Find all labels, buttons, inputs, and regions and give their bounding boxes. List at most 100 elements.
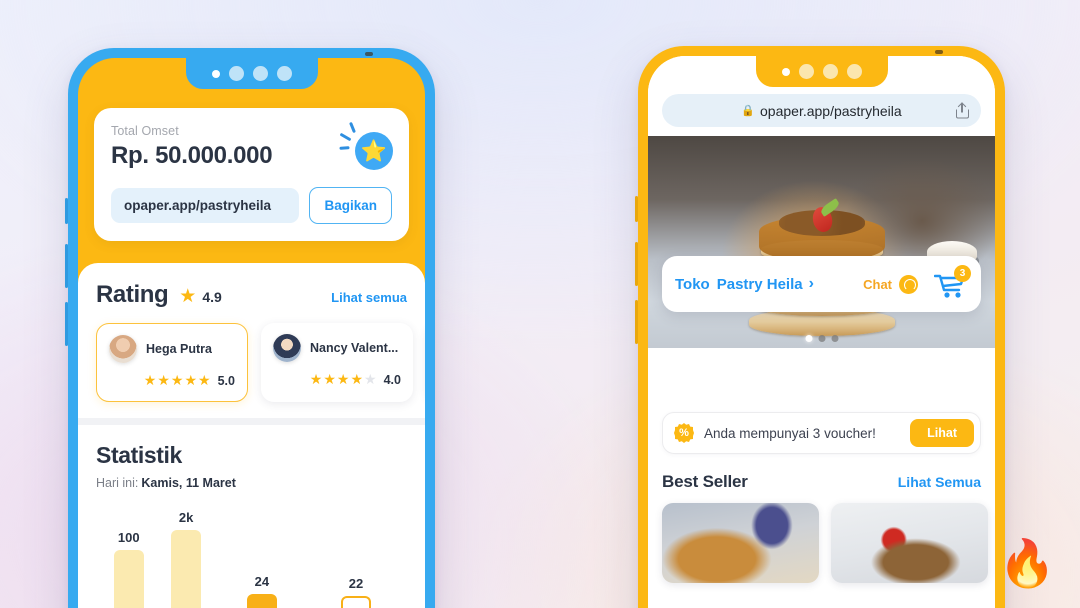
- phone-notch: [755, 56, 888, 87]
- total-omset-card: Total Omset Rp. 50.000.000 ⭐ opaper.app/…: [94, 108, 409, 241]
- shopping-cart-button[interactable]: 3: [934, 265, 971, 299]
- fire-emoji-decor: 🔥: [998, 537, 1056, 589]
- review-stars: ★ ★ ★ ★ ★ 4.0: [273, 371, 401, 388]
- review-stars: ★ ★ ★ ★ ★ 5.0: [109, 372, 235, 389]
- phone-volume-up-button[interactable]: [65, 244, 68, 288]
- star-icon: ★: [143, 372, 157, 388]
- chevron-right-icon[interactable]: ›: [809, 275, 814, 293]
- notch-dot-icon: [798, 64, 814, 79]
- right-phone-screen: 🔒 opaper.app/pastryheila Toko Pastry Hei…: [648, 56, 995, 608]
- reviewer-name: Hega Putra: [146, 342, 212, 356]
- phone-volume-down-button[interactable]: [635, 300, 638, 344]
- star-icon: ★: [157, 372, 170, 388]
- store-toko-label: Toko: [675, 275, 710, 293]
- carousel-dot[interactable]: [831, 335, 838, 342]
- bar-column: 100: [100, 506, 157, 608]
- right-phone-mockup: 🔒 opaper.app/pastryheila Toko Pastry Hei…: [635, 46, 1005, 608]
- mascot-circle: ⭐: [355, 132, 393, 170]
- rating-title: Rating: [96, 281, 169, 308]
- phone-camera-dot: [365, 52, 373, 56]
- bar-value-label: 100: [117, 530, 140, 545]
- star-icon: ★: [184, 372, 198, 388]
- review-card[interactable]: Hega Putra ★ ★ ★ ★ ★ 5.0: [96, 323, 248, 402]
- rating-see-all-link[interactable]: Lihat semua: [331, 290, 407, 305]
- hero-carousel-dots[interactable]: [805, 335, 838, 342]
- reviewer-name: Nancy Valent...: [310, 341, 399, 355]
- best-seller-see-all-link[interactable]: Lihat Semua: [898, 474, 981, 490]
- product-card[interactable]: [662, 503, 819, 583]
- avatar: [273, 334, 301, 362]
- whatsapp-icon: [899, 274, 918, 294]
- discount-badge-icon: %: [674, 423, 694, 443]
- review-carousel[interactable]: Hega Putra ★ ★ ★ ★ ★ 5.0 Nancy Valent...…: [96, 323, 413, 402]
- phone-volume-down-button[interactable]: [65, 302, 68, 346]
- left-phone-mockup: Total Omset Rp. 50.000.000 ⭐ opaper.app/…: [65, 48, 435, 608]
- star-icon: ★: [350, 371, 364, 387]
- review-score: 5.0: [217, 373, 235, 388]
- share-link-row: opaper.app/pastryheila Bagikan: [111, 187, 392, 224]
- star-icon: ★: [336, 371, 350, 387]
- statistik-date-value: Kamis, 11 Maret: [141, 476, 236, 490]
- store-link-field[interactable]: opaper.app/pastryheila: [111, 188, 300, 223]
- best-seller-product-row[interactable]: [662, 503, 988, 583]
- url-text: opaper.app/pastryheila: [760, 102, 902, 119]
- review-card[interactable]: Nancy Valent... ★ ★ ★ ★ ★ 4.0: [261, 323, 413, 402]
- bagikan-button[interactable]: Bagikan: [309, 187, 392, 224]
- product-card[interactable]: [831, 503, 988, 583]
- bar: [113, 550, 144, 608]
- reviewer-row: Hega Putra: [109, 335, 235, 363]
- review-score: 4.0: [383, 372, 401, 387]
- dashboard-content-sheet: Rating ★ 4.9 Lihat semua Hega Putra ★ ★: [78, 263, 425, 608]
- left-phone-screen: Total Omset Rp. 50.000.000 ⭐ opaper.app/…: [78, 58, 425, 608]
- url-field[interactable]: 🔒 opaper.app/pastryheila: [662, 94, 981, 127]
- voucher-lihat-button[interactable]: Lihat: [910, 419, 974, 447]
- chat-button[interactable]: Chat: [863, 274, 918, 294]
- store-name[interactable]: Pastry Heila: [717, 276, 803, 293]
- notch-dot-icon: [211, 69, 220, 78]
- star-icon: ★: [309, 371, 323, 387]
- bar-value-label: 24: [254, 574, 270, 589]
- star-icon-empty: ★: [364, 371, 377, 387]
- rating-section: Rating ★ 4.9 Lihat semua Hega Putra ★ ★: [78, 263, 425, 418]
- carousel-dot-active[interactable]: [805, 335, 812, 342]
- statistik-bar-chart: 100 2k 24 22: [96, 506, 407, 608]
- notch-dot-icon: [252, 66, 268, 81]
- bar-value-label: 22: [348, 576, 364, 591]
- statistik-section: Statistik Hari ini: Kamis, 11 Maret 100 2…: [78, 425, 425, 608]
- avatar: [109, 335, 137, 363]
- rating-header: Rating ★ 4.9 Lihat semua: [96, 281, 407, 309]
- star-icon: ★: [198, 372, 211, 388]
- phone-volume-up-button[interactable]: [635, 242, 638, 286]
- store-hero-image[interactable]: [648, 136, 995, 348]
- section-divider: [78, 418, 425, 425]
- voucher-banner[interactable]: % Anda mempunyai 3 voucher! Lihat: [662, 412, 981, 454]
- bar-column: 22: [309, 506, 403, 608]
- bar-value-label: 2k: [178, 510, 194, 525]
- notch-dot-icon: [228, 66, 244, 81]
- sparkle-icon: [349, 121, 356, 134]
- bar-column: 24: [215, 506, 309, 608]
- phone-camera-dot: [935, 50, 943, 54]
- phone-mute-button[interactable]: [635, 196, 638, 222]
- star-icon: ★: [170, 372, 184, 388]
- notch-dot-icon: [846, 64, 862, 79]
- statistik-date-label: Hari ini:: [96, 476, 139, 490]
- lock-icon: 🔒: [741, 105, 756, 117]
- bar: [171, 530, 202, 608]
- bar: [246, 594, 277, 608]
- store-info-card: Toko Pastry Heila › Chat 3: [662, 256, 981, 312]
- statistik-date: Hari ini: Kamis, 11 Maret: [96, 476, 407, 490]
- carousel-dot[interactable]: [818, 335, 825, 342]
- phone-notch: [185, 58, 318, 89]
- phone-mute-button[interactable]: [65, 198, 68, 224]
- sparkle-icon: [339, 146, 350, 150]
- rating-score: 4.9: [202, 289, 222, 305]
- bar-column: 2k: [157, 506, 214, 608]
- statistik-title: Statistik: [96, 442, 182, 468]
- star-icon: ★: [179, 286, 197, 307]
- voucher-text: Anda mempunyai 3 voucher!: [704, 425, 876, 441]
- best-seller-header: Best Seller Lihat Semua: [662, 472, 981, 492]
- best-seller-title: Best Seller: [662, 472, 748, 491]
- star-mascot-icon: ⭐: [339, 121, 393, 170]
- ios-share-icon[interactable]: [956, 101, 969, 118]
